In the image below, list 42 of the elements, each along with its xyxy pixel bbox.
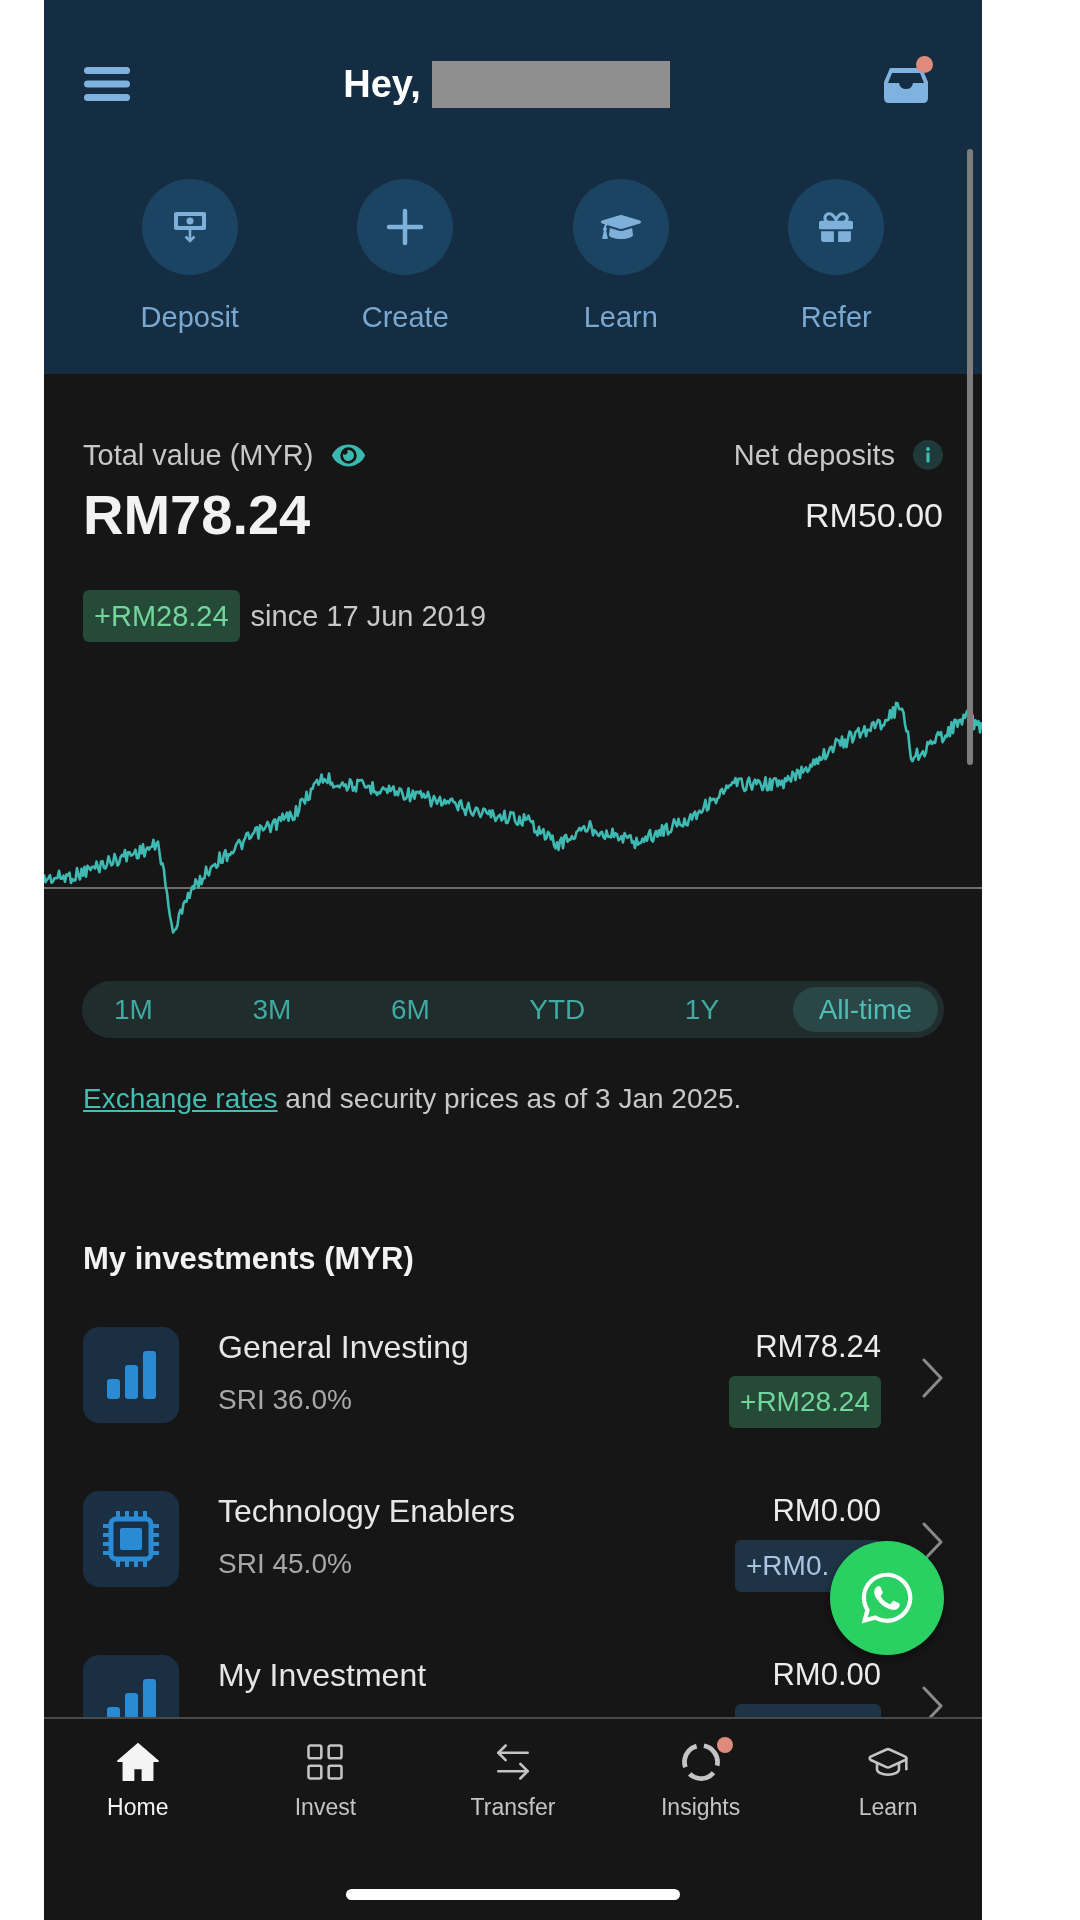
investment-value: RM78.24 [755,1328,881,1366]
investment-value: RM0.00 [772,1656,881,1694]
exchange-rates-link[interactable]: Exchange rates [83,1083,278,1114]
investment-name[interactable]: My Investment [218,1656,735,1694]
range-tab[interactable]: 3M [226,987,318,1032]
total-value: RM78.24 [83,482,311,548]
range-tab[interactable]: YTD [503,987,612,1032]
nav-tab[interactable]: Invest [231,1739,420,1821]
greeting-text: Hey, [343,62,421,107]
nav-tab[interactable]: Learn [794,1739,982,1821]
net-deposits-label: Net deposits [733,438,895,473]
chevron-right-icon[interactable] [922,1685,943,1717]
info-icon[interactable] [913,440,943,470]
investment-name[interactable]: General Investing [218,1328,730,1366]
investment-name[interactable]: Technology Enablers [218,1492,735,1530]
create-button[interactable]: Create [297,179,513,335]
change-badge: +RM28.24 [83,590,240,642]
home-icon [115,1741,160,1782]
inbox-tray-icon[interactable] [883,66,929,104]
range-tab[interactable]: 1Y [658,987,746,1032]
nav-tab[interactable]: Home [44,1739,232,1821]
net-deposits-value: RM50.00 [805,495,943,536]
risk-index: SRI 45.0% [218,1547,353,1581]
range-tab[interactable]: 1M [88,987,179,1032]
since-date: since 17 Jun 2019 [250,599,486,634]
range-tab[interactable]: 6M [364,987,456,1032]
range-tab[interactable]: All-time [792,987,938,1032]
section-title: My investments (MYR) [82,1240,415,1278]
nav-tab[interactable]: Transfer [419,1739,607,1821]
chip-icon [83,1491,179,1587]
rates-note: Exchange rates and security prices as of 3 Jan 2025. [82,1082,743,1116]
risk-index: SRI 36.0% [218,1383,353,1417]
deposit-button[interactable]: Deposit [82,179,298,335]
total-value-label: Total value (MYR) [83,438,314,473]
investment-value: RM0.00 [772,1492,881,1530]
menu-icon[interactable] [84,66,130,102]
chevron-right-icon[interactable] [922,1357,943,1398]
learn-button[interactable]: Learn [513,179,729,335]
nav-tab[interactable]: Insights [606,1739,795,1821]
refer-button[interactable]: Refer [728,179,944,335]
change-badge: +RM28.24 [729,1376,881,1428]
bar-chart-icon [83,1327,179,1423]
